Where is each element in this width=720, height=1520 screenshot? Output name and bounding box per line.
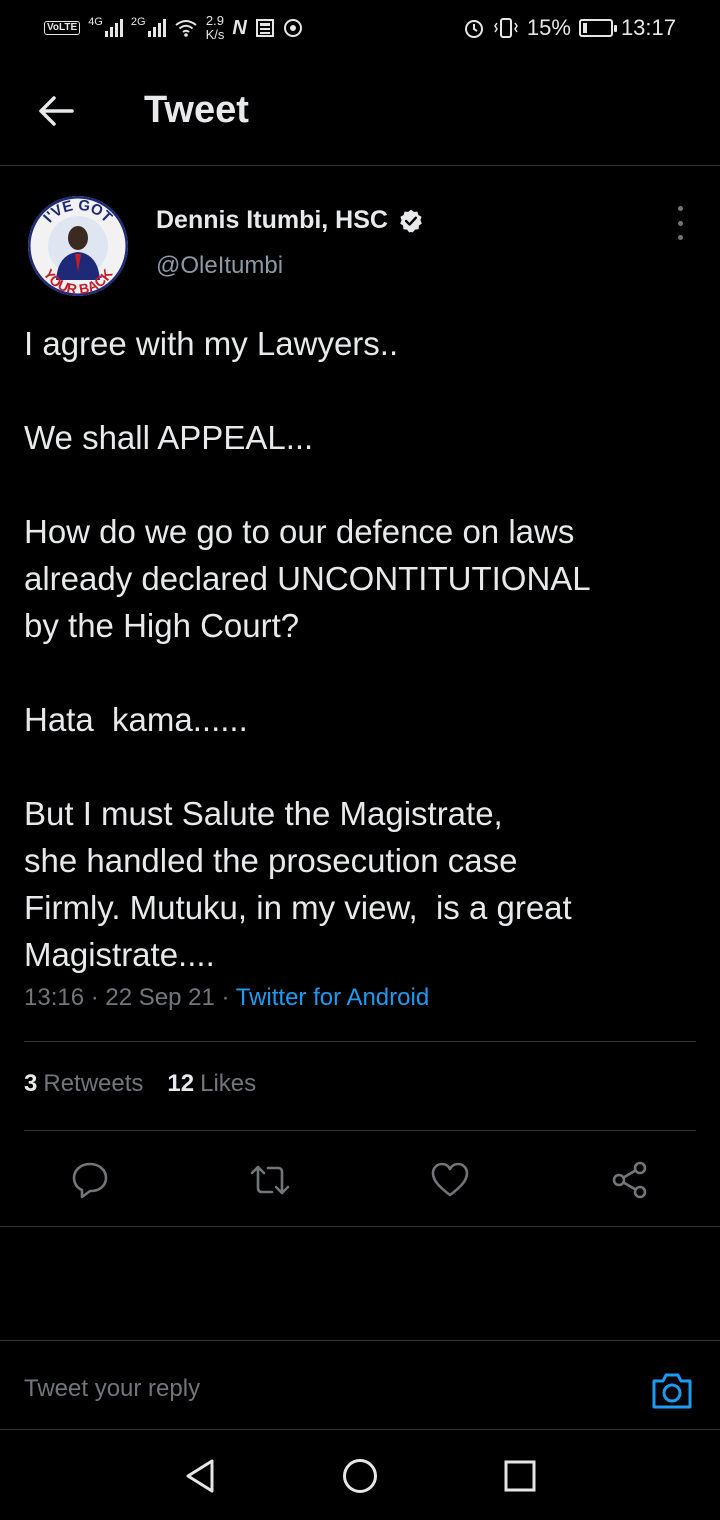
share-icon: [612, 1161, 647, 1199]
speed-value: 2.9: [205, 13, 224, 28]
likes-label: Likes: [200, 1070, 257, 1097]
retweets-count: 3: [24, 1070, 38, 1097]
reply-input[interactable]: Tweet your reply: [24, 1375, 200, 1403]
nav-home-icon: [343, 1459, 377, 1493]
camera-icon: [652, 1373, 692, 1409]
nav-back-icon: [186, 1459, 214, 1493]
meta-separator: ·: [90, 984, 99, 1011]
alarm-icon: [464, 20, 483, 38]
tweet-time: 13:16: [24, 984, 85, 1011]
nav-home-button[interactable]: [342, 1458, 378, 1494]
divider: [24, 1130, 696, 1131]
reply-icon: [72, 1162, 108, 1199]
retweet-button[interactable]: [248, 1158, 292, 1202]
network-type-1: 4G: [88, 16, 103, 28]
divider: [0, 1226, 720, 1227]
tweet-line: But I must Salute the Magistrate,: [24, 795, 503, 832]
top-app-bar: Tweet: [0, 56, 720, 166]
page-title: Tweet: [144, 89, 249, 131]
like-button[interactable]: [428, 1158, 472, 1202]
avatar-image: I'VE GOT YOUR BACK: [28, 196, 128, 296]
tweet-text: I agree with my Lawyers.. We shall APPEAL…: [24, 320, 696, 978]
network-speed: 2.9 K/s: [206, 14, 225, 42]
nav-recents-button[interactable]: [502, 1458, 538, 1494]
tweet-line: How do we go to our defence on laws: [24, 513, 575, 550]
tweet-line-spacer: [24, 649, 696, 696]
tweet-line: We shall APPEAL...: [24, 419, 314, 456]
divider: [24, 1041, 696, 1042]
battery-percent: 15%: [526, 15, 571, 40]
tweet-line: she handled the prosecution case: [24, 842, 518, 879]
more-options-button[interactable]: [672, 206, 688, 240]
signal-bars-2-icon: [147, 19, 166, 37]
more-dot-icon: [677, 235, 683, 240]
arrow-left-icon: [39, 95, 74, 126]
meta-separator: ·: [221, 984, 230, 1011]
more-dot-icon: [677, 220, 683, 226]
news-icon: [255, 19, 274, 37]
author-handle[interactable]: @OleItumbi: [156, 252, 283, 280]
likes-stat[interactable]: 12 Likes: [167, 1070, 256, 1098]
avatar[interactable]: I'VE GOT YOUR BACK: [28, 196, 128, 296]
reply-button[interactable]: [68, 1158, 112, 1202]
app-notification-icon: [283, 19, 302, 37]
author-name-row[interactable]: Dennis Itumbi, HSC: [156, 206, 424, 235]
status-bar: VoLTE 4G 2G 2.9 K/s N 15% 13:17: [0, 0, 720, 56]
tweet-stats: 3 Retweets 12 Likes: [24, 1070, 256, 1098]
tweet-line-spacer: [24, 743, 696, 790]
tweet-line-spacer: [24, 461, 696, 508]
tweet-author: I'VE GOT YOUR BACK Dennis Itumbi, HSC @O…: [24, 192, 696, 302]
tweet-line: already declared UNCONTITUTIONAL: [24, 560, 591, 597]
network-type-2: 2G: [130, 16, 146, 28]
like-icon: [431, 1162, 469, 1197]
tweet-line: Hata kama......: [24, 701, 248, 738]
retweets-stat[interactable]: 3 Retweets: [24, 1070, 143, 1098]
reply-composer[interactable]: Tweet your reply: [0, 1340, 720, 1430]
wifi-icon: [174, 20, 197, 37]
vibrate-icon: [493, 18, 518, 38]
tweet-meta: 13:16 · 22 Sep 21 · Twitter for Android: [24, 984, 429, 1012]
likes-count: 12: [167, 1070, 195, 1097]
volte-indicator: VoLTE: [44, 21, 81, 35]
tweet-line-spacer: [24, 367, 696, 414]
battery-level: [582, 23, 587, 33]
retweet-icon: [250, 1165, 290, 1195]
share-button[interactable]: [608, 1158, 652, 1202]
tweet-actions: [0, 1150, 720, 1210]
clock: 13:17: [620, 15, 676, 40]
verified-badge-icon: [400, 209, 422, 232]
tweet-source-link[interactable]: Twitter for Android: [236, 984, 429, 1011]
tweet-line: Firmly. Mutuku, in my view, is a great: [24, 889, 572, 926]
battery-icon: [578, 19, 617, 37]
tweet-line: by the High Court?: [24, 607, 300, 644]
tweet-line: Magistrate....: [24, 936, 215, 973]
system-navigation-bar: [0, 1430, 720, 1520]
retweets-label: Retweets: [43, 1070, 144, 1097]
camera-button[interactable]: [650, 1369, 694, 1413]
signal-bars-1-icon: [104, 19, 123, 37]
nfc-icon: N: [232, 16, 247, 39]
speed-unit: K/s: [205, 27, 225, 42]
nav-back-button[interactable]: [182, 1458, 218, 1494]
status-bar-left: VoLTE 4G 2G 2.9 K/s N: [44, 14, 303, 42]
tweet-date: 22 Sep 21: [105, 984, 215, 1011]
back-button[interactable]: [26, 81, 86, 141]
tweet-line: I agree with my Lawyers..: [24, 325, 399, 362]
status-bar-right: 15% 13:17: [463, 15, 676, 41]
nav-recents-icon: [504, 1460, 536, 1492]
more-dot-icon: [677, 206, 683, 211]
author-name: Dennis Itumbi, HSC: [156, 206, 388, 234]
